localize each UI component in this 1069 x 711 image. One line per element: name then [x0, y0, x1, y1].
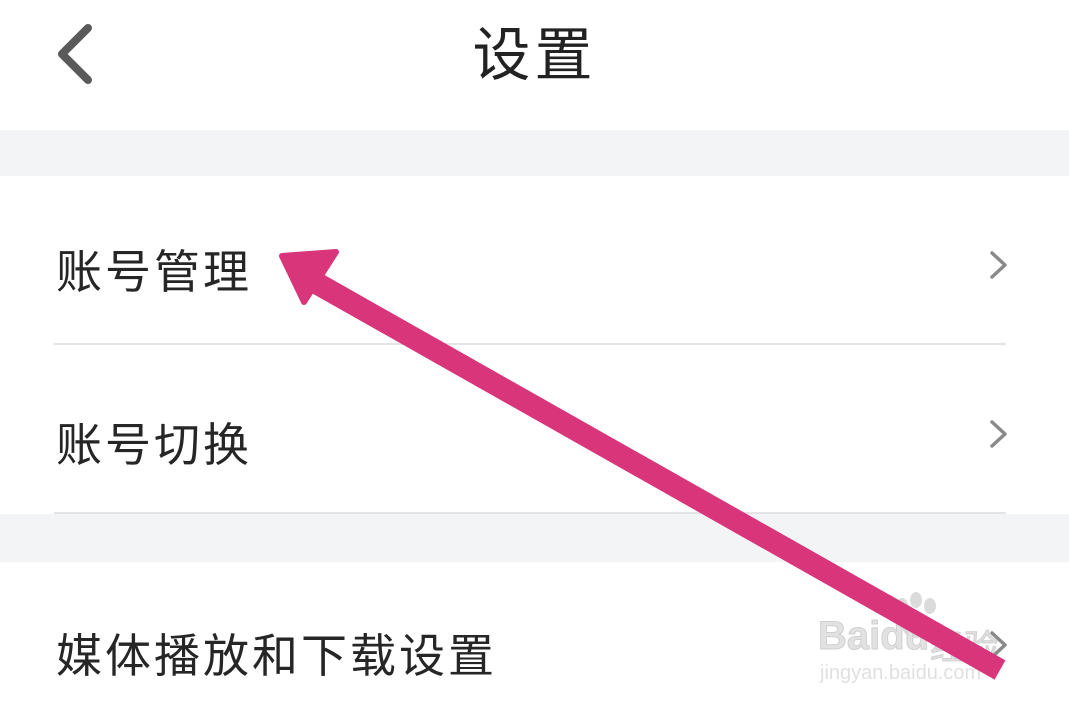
settings-item-account-management[interactable]: 账号管理: [0, 176, 1069, 344]
header-bar: 设置: [0, 0, 1069, 130]
watermark-url: jingyan.baidu.com: [820, 662, 982, 684]
settings-item-account-switch[interactable]: 账号切换: [0, 345, 1069, 513]
chevron-right-icon: [987, 417, 1011, 451]
settings-item-label: 账号切换: [56, 418, 252, 472]
chevron-right-icon: [987, 248, 1011, 282]
section-gap: [0, 514, 1069, 562]
page-title: 设置: [472, 21, 597, 89]
baidu-jingyan-watermark: Baidu 经验 jingyan.baidu.com: [817, 592, 1018, 691]
watermark-brand: Baidu: [817, 614, 930, 659]
settings-item-label: 媒体播放和下载设置: [56, 629, 497, 683]
section-gap: [0, 130, 1069, 176]
settings-item-label: 账号管理: [56, 245, 252, 299]
